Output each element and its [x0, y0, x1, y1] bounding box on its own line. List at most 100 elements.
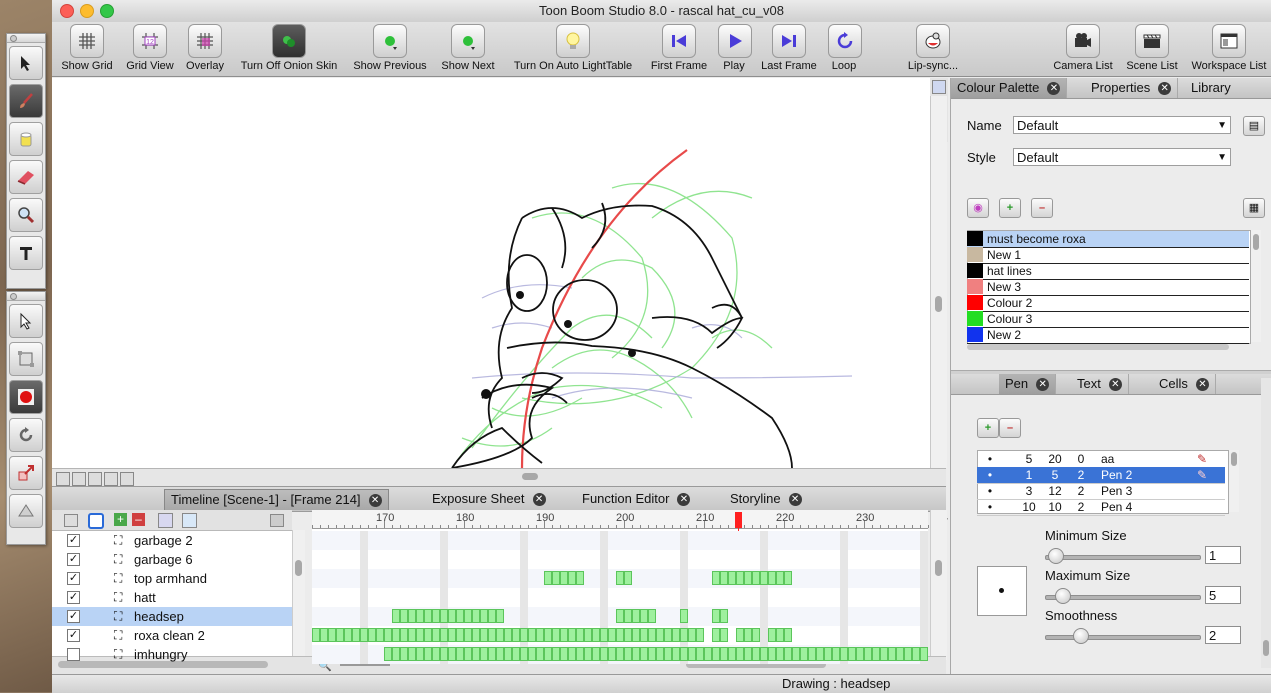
exposure-cell[interactable]	[552, 647, 560, 661]
play-button[interactable]: Play	[718, 24, 752, 72]
exposure-cell[interactable]	[632, 628, 640, 642]
close-tab-icon[interactable]: ✕	[1036, 378, 1050, 392]
exposure-cell[interactable]	[752, 628, 760, 642]
layer-properties-icon[interactable]	[158, 513, 173, 528]
exposure-cell[interactable]	[592, 647, 600, 661]
exposure-cell[interactable]	[592, 628, 600, 642]
rotate-tool[interactable]	[9, 418, 43, 452]
frame-ratio-icon[interactable]	[120, 472, 134, 486]
exposure-cell[interactable]	[376, 628, 384, 642]
exposure-cell[interactable]	[752, 647, 760, 661]
layer-row[interactable]: ✓ ⛶ top armhand	[52, 569, 292, 588]
exposure-cell[interactable]	[696, 647, 704, 661]
maximum-size-knob[interactable]	[1055, 588, 1071, 604]
loop-button[interactable]: Loop	[828, 24, 862, 72]
exposure-cell[interactable]	[848, 647, 856, 661]
exposure-cell[interactable]	[488, 647, 496, 661]
exposure-cell[interactable]	[728, 647, 736, 661]
exposure-cell[interactable]	[568, 571, 576, 585]
tab-library[interactable]: Library	[1185, 78, 1237, 98]
show-previous-button[interactable]: Show Previous	[350, 24, 430, 72]
exposure-cell[interactable]	[400, 647, 408, 661]
exposure-cell[interactable]	[744, 628, 752, 642]
colour-item[interactable]: Colour 3	[967, 311, 1249, 328]
playhead-handle[interactable]	[735, 512, 742, 528]
close-tab-icon[interactable]: ✕	[532, 493, 546, 507]
exposure-cell[interactable]	[320, 628, 328, 642]
exposure-cell[interactable]	[608, 647, 616, 661]
exposure-cell[interactable]	[472, 647, 480, 661]
exposure-cell[interactable]	[880, 647, 888, 661]
exposure-cell[interactable]	[720, 609, 728, 623]
exposure-cell[interactable]	[528, 647, 536, 661]
exposure-cell[interactable]	[624, 628, 632, 642]
exposure-cell[interactable]	[696, 628, 704, 642]
exposure-cell[interactable]	[464, 609, 472, 623]
exposure-cell[interactable]	[544, 647, 552, 661]
exposure-cell[interactable]	[768, 571, 776, 585]
exposure-cell[interactable]	[616, 571, 624, 585]
exposure-cell[interactable]	[728, 571, 736, 585]
close-tab-icon[interactable]: ✕	[1195, 378, 1209, 392]
pen-item[interactable]: • 1 5 2 Pen 2 ✎	[977, 467, 1225, 484]
exposure-cell[interactable]	[384, 628, 392, 642]
exposure-cell[interactable]	[408, 647, 416, 661]
exposure-cell[interactable]	[504, 647, 512, 661]
exposure-cell[interactable]	[352, 628, 360, 642]
layer-visibility-checkbox[interactable]: ✓	[67, 629, 80, 642]
smoothness-input[interactable]: 2	[1205, 626, 1241, 644]
tab-function-editor[interactable]: Function Editor ✕	[576, 489, 696, 509]
canvas-vertical-scrollbar[interactable]	[930, 96, 947, 468]
exposure-cell[interactable]	[624, 571, 632, 585]
pen-item[interactable]: • 10 10 2 Pen 4	[977, 499, 1225, 516]
exposure-cell[interactable]	[480, 628, 488, 642]
exposure-cell[interactable]	[776, 628, 784, 642]
exposure-cell[interactable]	[736, 628, 744, 642]
exposure-cell[interactable]	[560, 628, 568, 642]
exposure-cell[interactable]	[664, 647, 672, 661]
exposure-cell[interactable]	[856, 647, 864, 661]
exposure-cell[interactable]	[720, 647, 728, 661]
layer-row[interactable]: ⛶ imhungry	[52, 645, 292, 664]
exposure-cell[interactable]	[632, 609, 640, 623]
exposure-cell[interactable]	[600, 628, 608, 642]
palette-titlebar[interactable]	[7, 292, 45, 301]
exposure-cell[interactable]	[576, 571, 584, 585]
exposure-cell[interactable]	[368, 628, 376, 642]
exposure-cell[interactable]	[640, 609, 648, 623]
exposure-cell[interactable]	[624, 647, 632, 661]
zoom-tool[interactable]	[9, 198, 43, 232]
exposure-cell[interactable]	[544, 571, 552, 585]
layer-row[interactable]: ✓ ⛶ hatt	[52, 588, 292, 607]
exposure-cell[interactable]	[504, 628, 512, 642]
exposure-cell[interactable]	[336, 628, 344, 642]
exposure-cell[interactable]	[344, 628, 352, 642]
exposure-cell[interactable]	[576, 628, 584, 642]
tab-pen[interactable]: Pen ✕	[999, 374, 1057, 394]
layer-visibility-checkbox[interactable]: ✓	[67, 572, 80, 585]
maximum-size-input[interactable]: 5	[1205, 586, 1241, 604]
exposure-cell[interactable]	[448, 647, 456, 661]
exposure-cell[interactable]	[672, 647, 680, 661]
exposure-cell[interactable]	[832, 647, 840, 661]
exposure-cell[interactable]	[568, 628, 576, 642]
exposure-cell[interactable]	[648, 647, 656, 661]
close-tab-icon[interactable]: ✕	[1108, 378, 1122, 392]
colour-wheel-button[interactable]: ◉	[967, 198, 989, 218]
exposure-cell[interactable]	[576, 647, 584, 661]
exposure-cell[interactable]	[616, 647, 624, 661]
exposure-cell[interactable]	[904, 647, 912, 661]
exposure-cell[interactable]	[392, 647, 400, 661]
tab-exposure-sheet[interactable]: Exposure Sheet ✕	[426, 489, 552, 509]
layer-scrollbar[interactable]	[292, 530, 305, 660]
layer-motion-icon[interactable]	[182, 513, 197, 528]
exposure-cell[interactable]	[896, 647, 904, 661]
exposure-cell[interactable]	[688, 647, 696, 661]
colour-list-horizontal-scroll[interactable]	[967, 344, 1229, 350]
exposure-cell[interactable]	[464, 628, 472, 642]
palette-close-icon[interactable]	[10, 293, 17, 300]
palette-titlebar[interactable]	[7, 34, 45, 43]
exposure-cell[interactable]	[760, 571, 768, 585]
exposure-cell[interactable]	[560, 647, 568, 661]
exposure-cell[interactable]	[920, 647, 928, 661]
